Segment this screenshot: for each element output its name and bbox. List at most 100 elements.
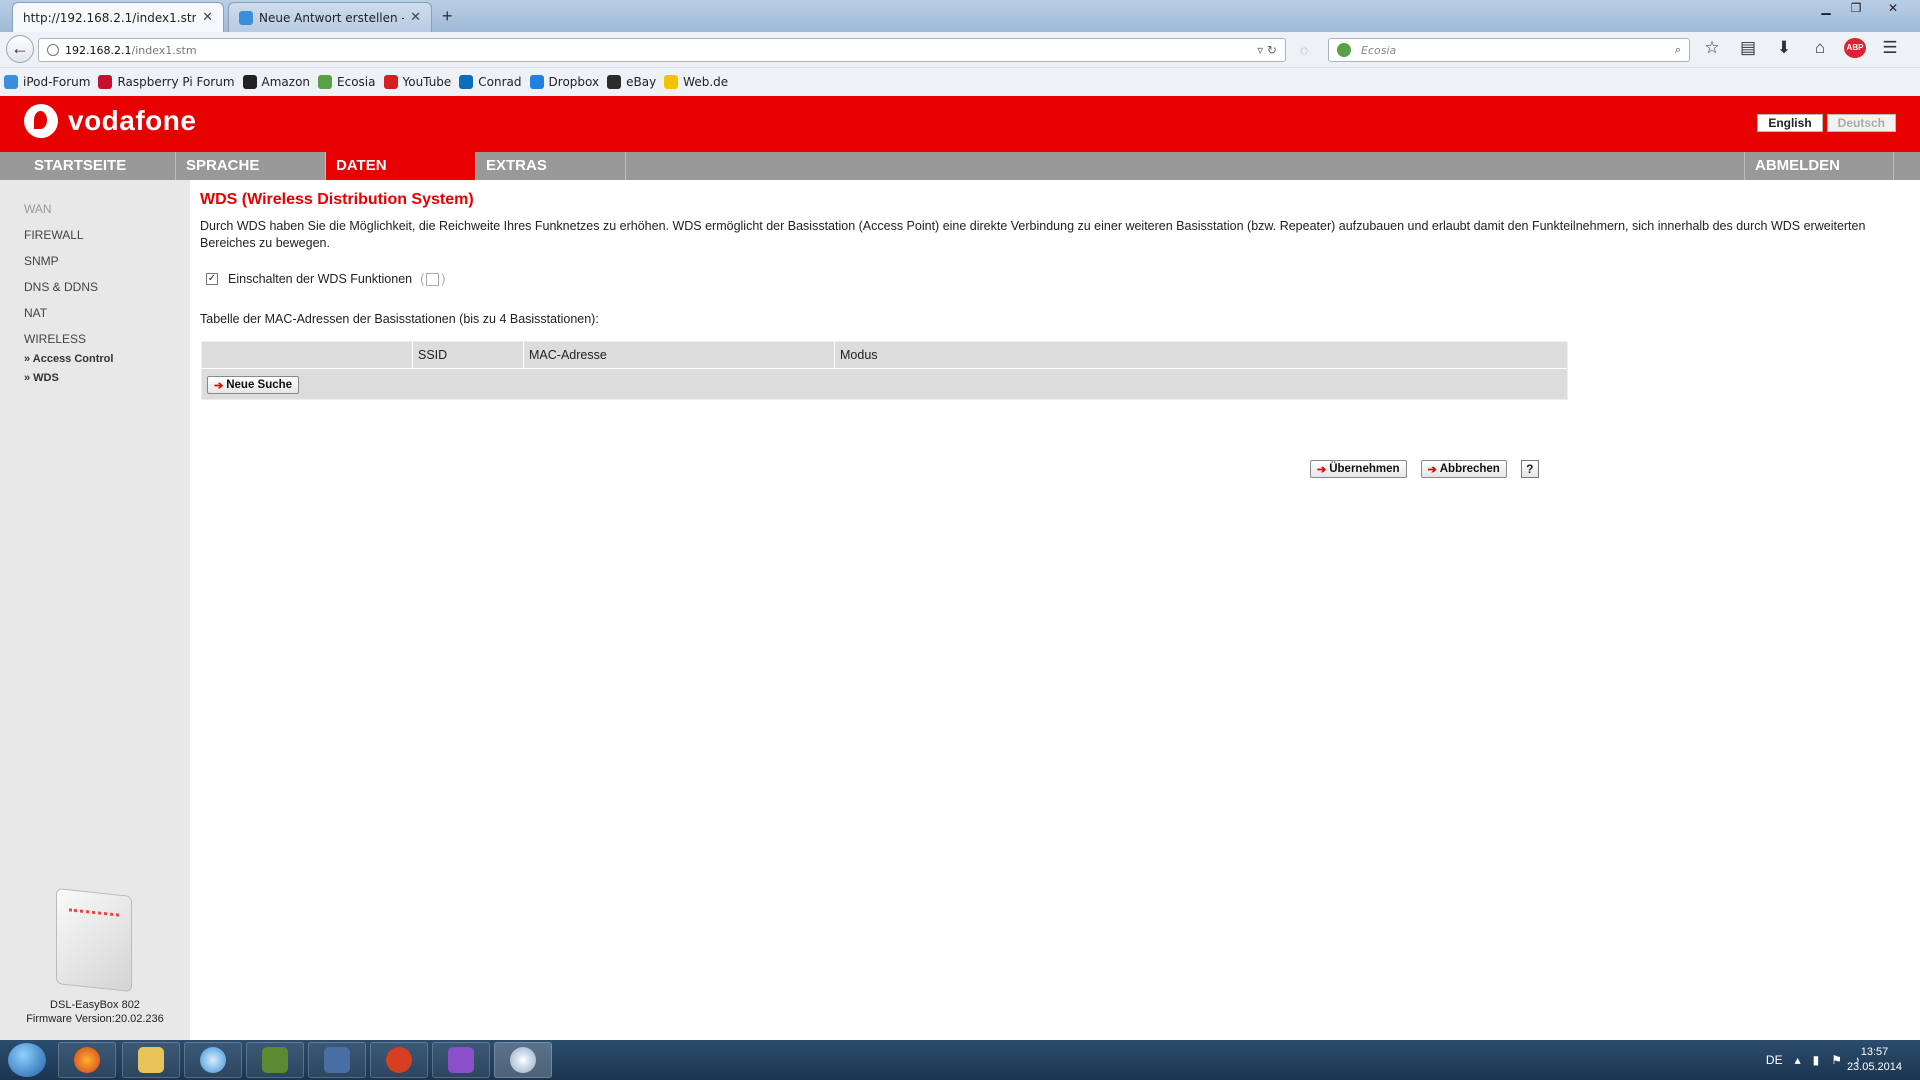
- input-language[interactable]: DE: [1766, 1053, 1783, 1067]
- nav-abmelden[interactable]: ABMELDEN: [1744, 152, 1894, 180]
- toolbar-icons: ☆ ▤ ⬇ ⌂ ABP ☰: [1700, 38, 1902, 58]
- bookmark-label: Dropbox: [548, 75, 600, 89]
- tray-expand-icon[interactable]: ▴: [1795, 1053, 1801, 1067]
- bookmark-item[interactable]: eBay: [607, 75, 656, 89]
- close-tab-icon[interactable]: ✕: [410, 10, 421, 25]
- bookmark-item[interactable]: iPod-Forum: [4, 75, 90, 89]
- vodafone-header: vodafone English Deutsch: [0, 96, 1920, 152]
- bookmarks-list-icon[interactable]: ▤: [1736, 38, 1760, 58]
- nav-extras[interactable]: EXTRAS: [476, 152, 626, 180]
- deutsch-button[interactable]: Deutsch: [1826, 114, 1896, 132]
- bookmark-item[interactable]: Dropbox: [529, 75, 600, 89]
- adblock-icon[interactable]: ABP: [1844, 38, 1866, 58]
- firmware-version: Firmware Version:20.02.236: [26, 1013, 164, 1025]
- tab-title: Neue Antwort erstellen - E...: [259, 10, 404, 25]
- device-name: DSL-EasyBox 802: [50, 999, 140, 1011]
- taskbar-wifi-tool[interactable]: [494, 1042, 552, 1078]
- taskbar-clock[interactable]: 13:57 23.05.2014: [1847, 1045, 1902, 1075]
- table-header-row: SSID MAC-Adresse Modus: [202, 342, 1567, 369]
- brand-name: vodafone: [68, 105, 197, 136]
- help-button[interactable]: ?: [1520, 460, 1539, 478]
- bookmark-label: Amazon: [261, 75, 311, 89]
- sidebar-item-dns[interactable]: DNS & DDNS: [24, 280, 98, 294]
- sidebar-item-firewall[interactable]: FIREWALL: [24, 228, 84, 242]
- close-tab-icon[interactable]: ✕: [202, 10, 213, 25]
- folder-icon: [138, 1047, 164, 1073]
- wds-enable-row: ✓ Einschalten der WDS Funktionen (): [206, 272, 445, 286]
- windows-taskbar: DE ▴ ▮ ⚑ ♪ 13:57 23.05.2014: [0, 1040, 1920, 1080]
- taskbar-firefox[interactable]: [58, 1042, 116, 1078]
- tab-forum[interactable]: Neue Antwort erstellen - E... ✕: [228, 2, 432, 32]
- sidebar-item-wan[interactable]: WAN: [24, 202, 52, 216]
- abbrechen-button[interactable]: ➔ Abbrechen: [1420, 460, 1507, 478]
- itunes-icon: [200, 1047, 226, 1073]
- search-placeholder: Ecosia: [1361, 43, 1397, 57]
- sidebar-item-nat[interactable]: NAT: [24, 306, 47, 320]
- browser-nav-bar: ← 192.168.2.1/index1.stm ▿ ↻ ◌ Ecosia ⌕ …: [0, 32, 1920, 68]
- restore-icon[interactable]: ❐: [1842, 0, 1870, 18]
- purple-app-icon: [448, 1047, 474, 1073]
- forum-favicon-icon: [239, 10, 253, 25]
- bookmarks-bar: iPod-Forum Raspberry Pi Forum Amazon Ecosia…: [0, 68, 1920, 96]
- wds-extra-checkbox[interactable]: [426, 272, 440, 286]
- nav-daten[interactable]: DATEN: [326, 152, 476, 180]
- taskbar-app-purple[interactable]: [432, 1042, 490, 1078]
- zoom-icon[interactable]: ◌: [1300, 42, 1308, 58]
- taskbar-itunes[interactable]: [184, 1042, 242, 1078]
- bookmark-star-icon[interactable]: ☆: [1700, 38, 1724, 58]
- sidebar-subitem-access-control[interactable]: » Access Control: [24, 353, 113, 365]
- bookmark-item[interactable]: Web.de: [664, 75, 728, 89]
- form-actions: ➔ Übernehmen ➔ Abbrechen ?: [1310, 460, 1539, 478]
- menu-icon[interactable]: ☰: [1878, 38, 1902, 58]
- bookmark-item[interactable]: Raspberry Pi Forum: [98, 75, 235, 89]
- new-tab-icon[interactable]: +: [442, 6, 453, 27]
- bookmark-label: Web.de: [683, 75, 729, 89]
- minecraft-icon: [262, 1047, 288, 1073]
- sidebar: WAN FIREWALL SNMP DNS & DDNS NAT WIRELES…: [0, 180, 190, 1040]
- mac-address-table: SSID MAC-Adresse Modus ➔ Neue Suche: [201, 341, 1568, 400]
- uebernehmen-label: Übernehmen: [1329, 463, 1400, 475]
- bookmark-favicon-icon: [664, 75, 679, 89]
- taskbar-minecraft[interactable]: [246, 1042, 304, 1078]
- download-icon[interactable]: ⬇: [1772, 38, 1796, 58]
- site-identity-icon[interactable]: [47, 44, 59, 56]
- window-close-icon[interactable]: ✕: [1872, 0, 1914, 18]
- nav-sprache[interactable]: SPRACHE: [176, 152, 326, 180]
- bookmark-item[interactable]: Conrad: [459, 75, 522, 89]
- sidebar-item-snmp[interactable]: SNMP: [24, 254, 59, 268]
- vodafone-speechmark-icon: [24, 104, 58, 138]
- bookmark-item[interactable]: Amazon: [242, 75, 311, 89]
- bookmark-item[interactable]: Ecosia: [318, 75, 376, 89]
- taskbar-explorer[interactable]: [122, 1042, 180, 1078]
- router-device-image: [56, 888, 132, 992]
- neue-suche-button[interactable]: ➔ Neue Suche: [207, 376, 300, 394]
- start-button-icon[interactable]: [8, 1043, 46, 1077]
- neue-suche-label: Neue Suche: [226, 379, 293, 391]
- uebernehmen-button[interactable]: ➔ Übernehmen: [1310, 460, 1407, 478]
- wds-enable-checkbox[interactable]: ✓: [206, 273, 218, 285]
- reload-icon[interactable]: ▿ ↻: [1257, 43, 1277, 57]
- taskbar-network-tool[interactable]: [308, 1042, 366, 1078]
- taskbar-ccleaner[interactable]: [370, 1042, 428, 1078]
- bookmark-label: iPod-Forum: [23, 75, 91, 89]
- network-icon[interactable]: ▮: [1813, 1053, 1820, 1067]
- action-center-icon[interactable]: ⚑: [1831, 1053, 1842, 1067]
- search-input[interactable]: Ecosia ⌕: [1328, 38, 1690, 62]
- bookmark-item[interactable]: YouTube: [383, 75, 451, 89]
- sidebar-subitem-wds[interactable]: » WDS: [24, 372, 59, 384]
- page-title: WDS (Wireless Distribution System): [200, 191, 474, 208]
- back-icon[interactable]: ←: [6, 35, 34, 63]
- search-icon[interactable]: ⌕: [1675, 43, 1681, 57]
- tab-router[interactable]: http://192.168.2.1/index1.stm ✕: [12, 2, 224, 32]
- bookmark-label: Ecosia: [337, 75, 376, 89]
- english-button[interactable]: English: [1757, 114, 1823, 132]
- table-caption: Tabelle der MAC-Adressen der Basisstatio…: [200, 312, 599, 326]
- bookmark-favicon-icon: [242, 75, 257, 89]
- minimize-icon[interactable]: ▁: [1812, 0, 1840, 18]
- ecosia-engine-icon[interactable]: [1337, 43, 1351, 57]
- sidebar-item-wireless[interactable]: WIRELESS: [24, 332, 86, 346]
- url-bar[interactable]: 192.168.2.1/index1.stm ▿ ↻: [38, 38, 1286, 62]
- tab-title: http://192.168.2.1/index1.stm: [23, 10, 197, 25]
- home-icon[interactable]: ⌂: [1808, 38, 1832, 58]
- nav-startseite[interactable]: STARTSEITE: [24, 152, 176, 180]
